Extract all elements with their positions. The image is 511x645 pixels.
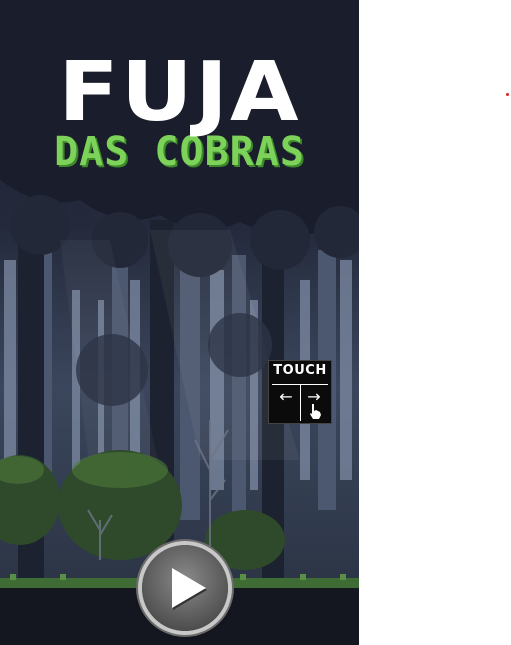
touch-label: TOUCH bbox=[273, 363, 327, 378]
play-icon bbox=[172, 568, 206, 608]
touch-controls-hint: TOUCH ← → bbox=[268, 360, 332, 424]
play-button[interactable] bbox=[142, 545, 228, 631]
touch-divider-vertical bbox=[300, 385, 301, 421]
left-arrow-icon: ← bbox=[279, 387, 293, 406]
title-main-text: FUJA bbox=[58, 45, 301, 140]
stray-red-dot bbox=[506, 93, 509, 96]
pointer-hand-icon bbox=[310, 404, 321, 419]
game-canvas[interactable]: FUJA DAS COBRAS TOUCH ← → bbox=[0, 0, 359, 645]
game-title: FUJA DAS COBRAS bbox=[0, 45, 359, 173]
